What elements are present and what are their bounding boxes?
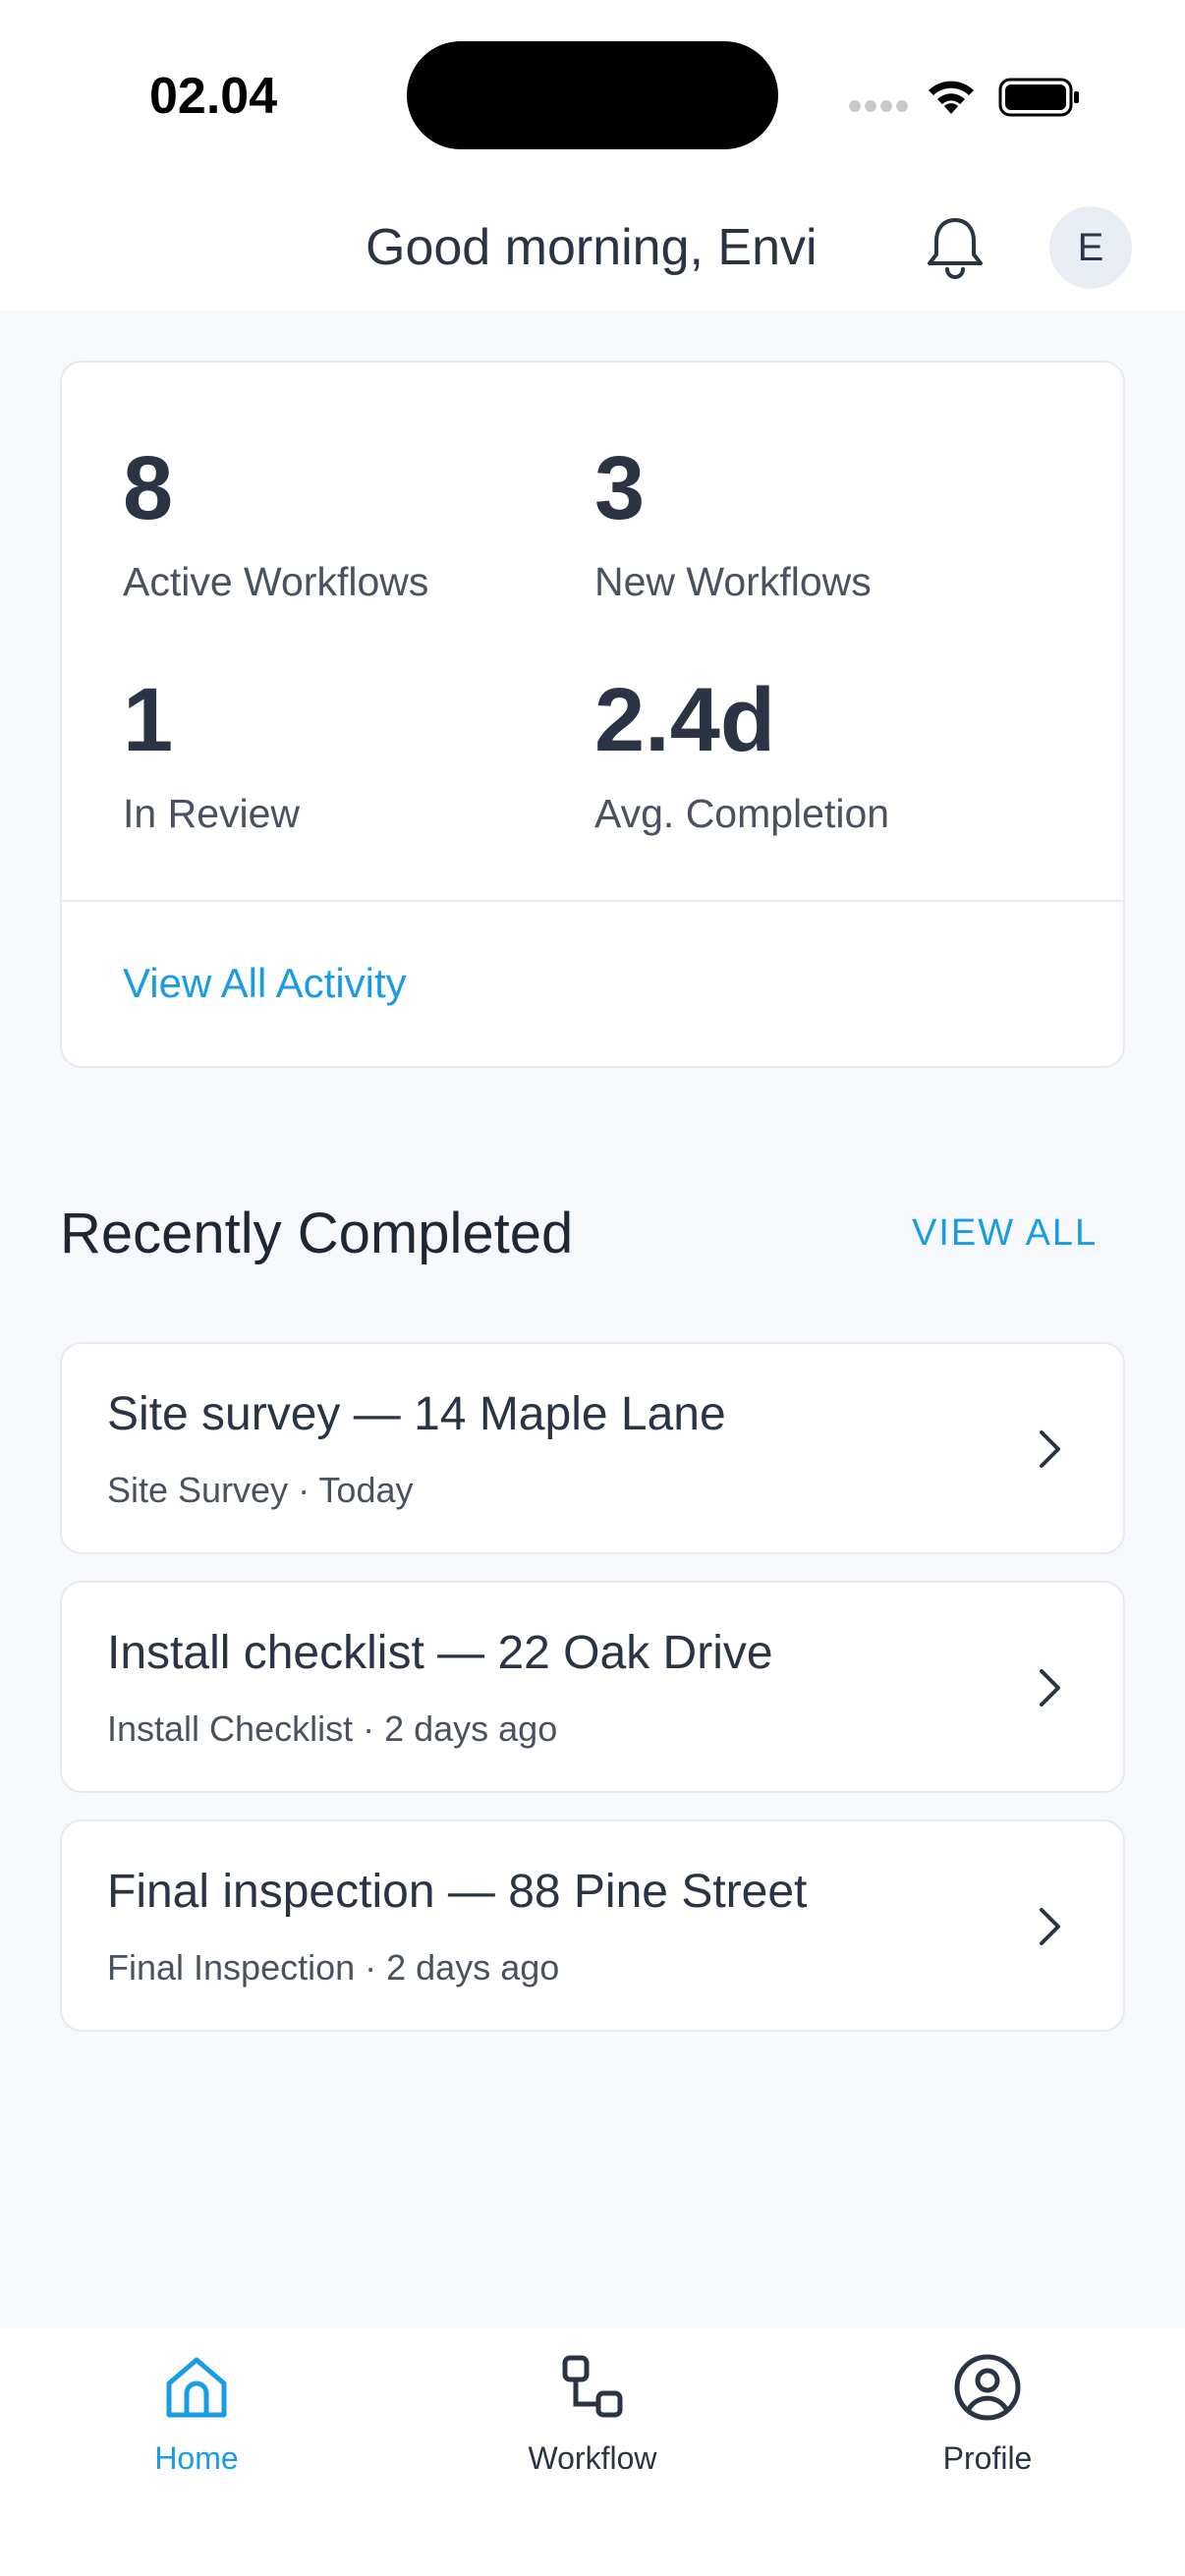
nav-tab-profile[interactable]: Profile bbox=[870, 2338, 1105, 2486]
nav-tab-home[interactable]: Home bbox=[79, 2338, 314, 2486]
workflow-icon bbox=[562, 2355, 623, 2418]
list-item-title: Install checklist — 22 Oak Drive bbox=[107, 1627, 773, 1679]
list-item-title: Final inspection — 88 Pine Street bbox=[107, 1866, 808, 1918]
chevron-right-icon bbox=[1040, 1430, 1060, 1468]
stat-value: 1 bbox=[123, 670, 174, 770]
stat-avg-completion: 2.4d Avg. Completion bbox=[594, 675, 889, 837]
stat-label: In Review bbox=[123, 791, 301, 836]
stat-in-review: 1 In Review bbox=[123, 675, 300, 837]
status-time: 02.04 bbox=[149, 68, 278, 125]
home-icon bbox=[166, 2357, 227, 2418]
stat-label: Avg. Completion bbox=[594, 791, 890, 836]
stat-label: Active Workflows bbox=[123, 559, 429, 604]
card-divider bbox=[62, 900, 1123, 902]
dynamic-island bbox=[407, 41, 778, 149]
list-item[interactable]: Install checklist — 22 Oak Drive Install… bbox=[60, 1581, 1125, 1793]
stat-value: 8 bbox=[123, 438, 174, 538]
nav-label-profile: Profile bbox=[942, 2440, 1033, 2476]
notification-bell-icon[interactable] bbox=[924, 214, 987, 283]
battery-icon bbox=[998, 78, 1079, 117]
nav-label-workflow: Workflow bbox=[528, 2440, 657, 2476]
list-item-subtitle: Install Checklist · 2 days ago bbox=[107, 1708, 558, 1749]
stat-value: 3 bbox=[594, 438, 646, 538]
section-title-recently-completed: Recently Completed bbox=[60, 1202, 574, 1265]
stats-card: 8 Active Workflows 3 New Workflows 1 In … bbox=[60, 361, 1125, 1068]
nav-tab-workflow[interactable]: Workflow bbox=[475, 2338, 710, 2486]
list-item-subtitle: Site Survey · Today bbox=[107, 1470, 414, 1510]
list-item-title: Site survey — 14 Maple Lane bbox=[107, 1388, 726, 1440]
stat-new-workflows: 3 New Workflows bbox=[594, 443, 872, 605]
list-item-subtitle: Final Inspection · 2 days ago bbox=[107, 1947, 560, 1988]
view-all-activity-link[interactable]: View All Activity bbox=[123, 960, 407, 1007]
stat-value: 2.4d bbox=[594, 670, 776, 770]
view-all-button[interactable]: VIEW ALL bbox=[912, 1212, 1098, 1255]
chevron-right-icon bbox=[1040, 1908, 1060, 1945]
chevron-right-icon bbox=[1040, 1669, 1060, 1707]
list-item[interactable]: Final inspection — 88 Pine Street Final … bbox=[60, 1820, 1125, 2032]
cellular-signal-icon bbox=[849, 100, 908, 116]
list-item[interactable]: Site survey — 14 Maple Lane Site Survey … bbox=[60, 1342, 1125, 1554]
wifi-icon bbox=[929, 81, 974, 114]
nav-label-home: Home bbox=[154, 2440, 239, 2476]
greeting-title: Good morning, Envi bbox=[366, 219, 818, 276]
stat-active-workflows: 8 Active Workflows bbox=[123, 443, 428, 605]
stat-label: New Workflows bbox=[594, 559, 872, 604]
avatar[interactable]: E bbox=[1049, 206, 1132, 289]
profile-icon bbox=[954, 2354, 1021, 2421]
